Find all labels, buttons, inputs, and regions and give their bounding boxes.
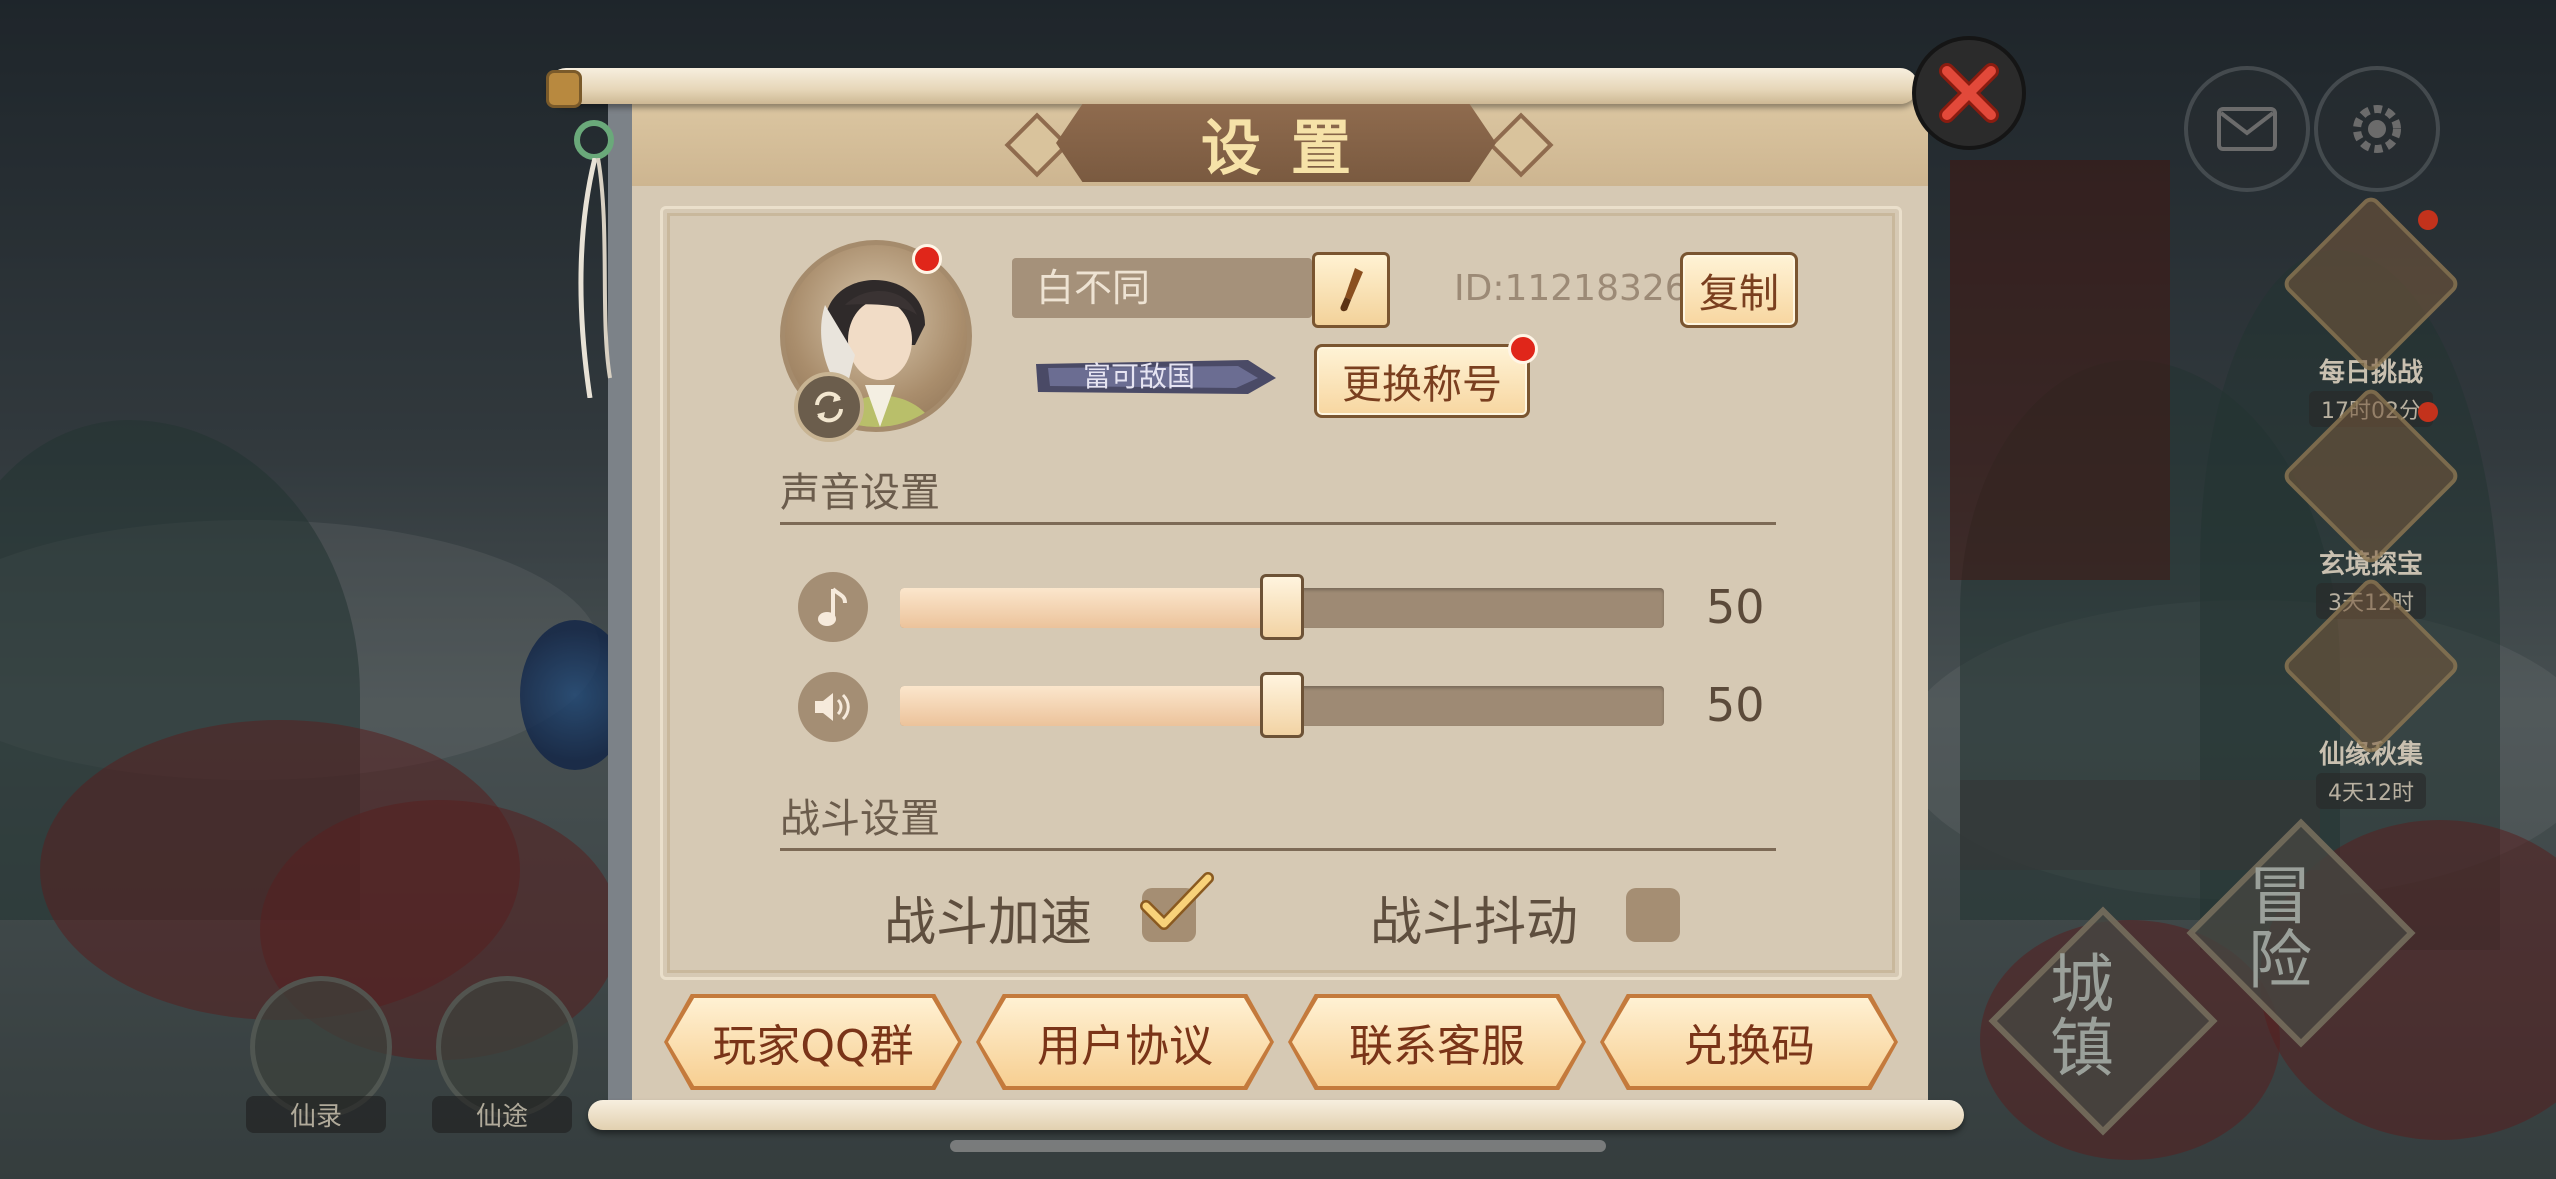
scroll-bottom-rod	[588, 1100, 1964, 1130]
copy-id-label: 复制	[1699, 271, 1779, 317]
home-indicator[interactable]	[950, 1140, 1606, 1152]
redeem-code-button[interactable]: 兑换码	[1604, 998, 1894, 1086]
adventure-label: 冒险	[2237, 862, 2311, 990]
copy-id-button[interactable]: 复制	[1680, 252, 1798, 328]
jade-ring-icon	[574, 120, 614, 160]
immortal-records-label: 仙录	[246, 1096, 386, 1133]
mail-button[interactable]	[2184, 66, 2310, 192]
change-title-button[interactable]: 更换称号	[1314, 344, 1530, 418]
checkmark-icon	[1140, 872, 1214, 930]
dialog-title: 设置	[1201, 113, 1381, 184]
title-badge-text: 富可敌国	[1083, 360, 1195, 393]
music-volume-icon-wrap	[798, 572, 868, 642]
speaker-icon	[815, 693, 850, 721]
user-agreement-label: 用户协议	[1037, 1021, 1213, 1072]
event-autumn-market[interactable]: 仙缘秋集 4天12时	[2280, 575, 2462, 809]
music-volume-fill	[900, 588, 1282, 628]
contact-support-button[interactable]: 联系客服	[1292, 998, 1582, 1086]
contact-support-label: 联系客服	[1349, 1021, 1525, 1072]
change-title-label: 更换称号	[1342, 362, 1502, 408]
battle-speedup-label: 战斗加速	[884, 893, 1093, 953]
notification-dot	[2418, 402, 2438, 422]
sfx-volume-fill	[900, 686, 1282, 726]
avatar-notification-dot	[912, 244, 942, 274]
scroll-rod-cap	[546, 70, 582, 108]
qq-group-label: 玩家QQ群	[712, 1021, 914, 1072]
immortal-path-label: 仙途	[432, 1096, 572, 1133]
change-avatar-button[interactable]	[794, 372, 864, 442]
music-volume-value: 50	[1706, 580, 1765, 634]
player-id: ID:11218326	[1454, 268, 1688, 309]
notification-dot	[2418, 210, 2438, 230]
sound-settings-title: 声音设置	[780, 470, 940, 516]
music-note-icon	[818, 587, 847, 626]
music-volume-thumb[interactable]	[1260, 574, 1304, 640]
mail-icon	[2217, 107, 2277, 151]
ribbon-decoration	[578, 158, 612, 398]
close-x-icon	[1939, 63, 1999, 123]
sound-section-divider	[780, 522, 1776, 525]
user-agreement-button[interactable]: 用户协议	[980, 998, 1270, 1086]
change-title-notification-dot	[1508, 334, 1538, 364]
battle-settings-title: 战斗设置	[780, 796, 940, 842]
qq-group-button[interactable]: 玩家QQ群	[668, 998, 958, 1086]
town-label: 城镇	[2039, 950, 2113, 1078]
gear-icon	[2353, 105, 2401, 153]
settings-button[interactable]	[2314, 66, 2440, 192]
autumn-market-icon	[2280, 575, 2462, 757]
close-button[interactable]	[1916, 40, 2022, 146]
sfx-volume-value: 50	[1706, 678, 1765, 732]
battle-shake-label: 战斗抖动	[1370, 893, 1579, 953]
brush-icon	[1340, 268, 1363, 312]
battle-section-divider	[780, 848, 1776, 851]
sfx-volume-icon-wrap	[798, 672, 868, 742]
edit-name-button[interactable]	[1312, 252, 1390, 328]
player-name-field: 白不同	[1012, 258, 1312, 318]
battle-shake-checkbox[interactable]	[1626, 888, 1680, 942]
event-timer: 4天12时	[2316, 773, 2426, 809]
sfx-volume-thumb[interactable]	[1260, 672, 1304, 738]
player-title-badge: 富可敌国	[1036, 360, 1276, 394]
refresh-icon	[815, 391, 843, 423]
redeem-code-label: 兑换码	[1683, 1021, 1815, 1072]
